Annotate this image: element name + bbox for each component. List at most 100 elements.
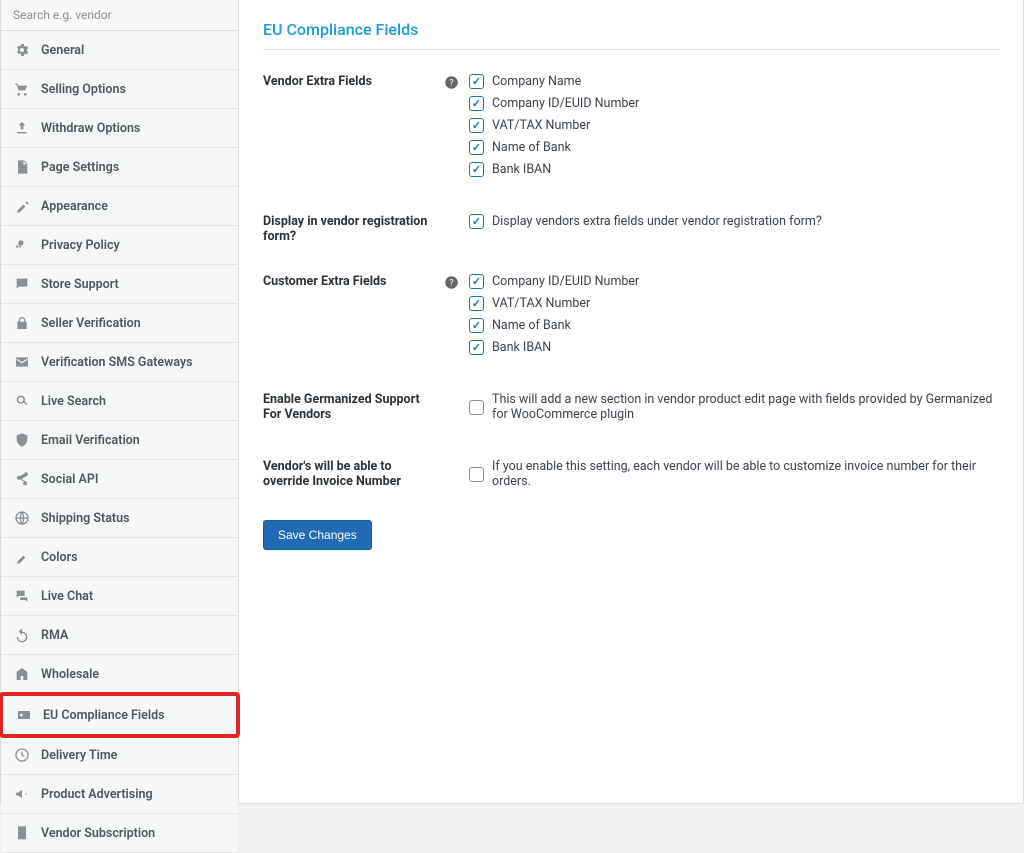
megaphone-icon <box>13 785 31 803</box>
checkbox-cust-bank-iban[interactable]: Bank IBAN <box>469 340 999 355</box>
row-vendor-extra-fields: Vendor Extra Fields ? Company Name Compa… <box>263 68 999 208</box>
sidebar-item-vendor-subscription[interactable]: Vendor Subscription <box>1 814 238 853</box>
checkbox-label: Bank IBAN <box>492 340 551 355</box>
row-display-registration: Display in vendor registration form? Dis… <box>263 208 999 268</box>
svg-text:?: ? <box>449 78 453 88</box>
sidebar-item-page-settings[interactable]: Page Settings <box>1 148 238 187</box>
checkbox-icon <box>469 162 484 177</box>
sidebar-item-label: Vendor Subscription <box>41 826 155 841</box>
checkbox-label: If you enable this setting, each vendor … <box>492 459 999 489</box>
wand-icon <box>13 197 31 215</box>
sidebar-item-shipping-status[interactable]: Shipping Status <box>1 499 238 538</box>
checkbox-icon <box>469 467 484 482</box>
sidebar-item-social-api[interactable]: Social API <box>1 460 238 499</box>
help-icon[interactable]: ? <box>443 74 459 90</box>
sidebar-item-wholesale[interactable]: Wholesale <box>1 655 238 694</box>
sidebar-item-store-support[interactable]: Store Support <box>1 265 238 304</box>
sidebar-item-label: Store Support <box>41 277 119 292</box>
checkbox-cust-bank-name[interactable]: Name of Bank <box>469 318 999 333</box>
sidebar-item-label: Email Verification <box>41 433 140 448</box>
sidebar-item-label: Live Chat <box>41 589 93 604</box>
sidebar-item-delivery-time[interactable]: Delivery Time <box>1 736 238 775</box>
checkbox-icon <box>469 296 484 311</box>
checkbox-bank-iban[interactable]: Bank IBAN <box>469 162 999 177</box>
sidebar-item-label: Product Advertising <box>41 787 153 802</box>
sidebar-item-live-chat[interactable]: Live Chat <box>1 577 238 616</box>
checkbox-label: This will add a new section in vendor pr… <box>492 392 999 422</box>
row-customer-extra-fields: Customer Extra Fields ? Company ID/EUID … <box>263 268 999 386</box>
envelope-icon <box>13 353 31 371</box>
search-input[interactable]: Search e.g. vendor <box>1 0 238 31</box>
comments-icon <box>13 587 31 605</box>
checkbox-icon <box>469 274 484 289</box>
sidebar-item-label: Social API <box>41 472 99 487</box>
sidebar-item-label: Appearance <box>41 199 108 214</box>
sidebar-item-withdraw-options[interactable]: Withdraw Options <box>1 109 238 148</box>
sidebar-item-email-verification[interactable]: Email Verification <box>1 421 238 460</box>
main-content: EU Compliance Fields Vendor Extra Fields… <box>239 0 1023 803</box>
sidebar-item-privacy-policy[interactable]: Privacy Policy <box>1 226 238 265</box>
field-label: Vendor's will be able to override Invoic… <box>263 459 443 496</box>
sidebar-item-colors[interactable]: Colors <box>1 538 238 577</box>
svg-text:?: ? <box>449 278 453 288</box>
checkbox-vat-tax[interactable]: VAT/TAX Number <box>469 118 999 133</box>
checkbox-icon <box>469 318 484 333</box>
upload-icon <box>13 119 31 137</box>
checkbox-germanized[interactable]: This will add a new section in vendor pr… <box>469 392 999 422</box>
shield-icon <box>13 431 31 449</box>
save-button[interactable]: Save Changes <box>263 520 372 550</box>
checkbox-company-name[interactable]: Company Name <box>469 74 999 89</box>
checkbox-label: VAT/TAX Number <box>492 118 590 133</box>
row-germanized-support: Enable Germanized Support For Vendors Th… <box>263 386 999 453</box>
page-title: EU Compliance Fields <box>263 20 999 50</box>
sidebar-item-label: Selling Options <box>41 82 126 97</box>
sidebar-item-label: Verification SMS Gateways <box>41 355 193 370</box>
sidebar-item-seller-verification[interactable]: Seller Verification <box>1 304 238 343</box>
checkbox-icon <box>469 214 484 229</box>
chat-icon <box>13 275 31 293</box>
checkbox-label: Company ID/EUID Number <box>492 274 639 289</box>
checkbox-cust-vat-tax[interactable]: VAT/TAX Number <box>469 296 999 311</box>
sidebar-item-verification-sms[interactable]: Verification SMS Gateways <box>1 343 238 382</box>
checkbox-icon <box>469 400 484 415</box>
checkbox-display-registration[interactable]: Display vendors extra fields under vendo… <box>469 214 999 229</box>
clock-icon <box>13 746 31 764</box>
sidebar-item-rma[interactable]: RMA <box>1 616 238 655</box>
lock-icon <box>13 314 31 332</box>
receipt-icon <box>13 824 31 842</box>
globe-icon <box>13 509 31 527</box>
checkbox-invoice-override[interactable]: If you enable this setting, each vendor … <box>469 459 999 489</box>
checkbox-icon <box>469 340 484 355</box>
sidebar-item-label: Colors <box>41 550 78 565</box>
sidebar-item-general[interactable]: General <box>1 31 238 70</box>
checkbox-bank-name[interactable]: Name of Bank <box>469 140 999 155</box>
sidebar-item-label: Withdraw Options <box>41 121 140 136</box>
sidebar-item-product-advertising[interactable]: Product Advertising <box>1 775 238 814</box>
settings-sidebar: Search e.g. vendor General Selling Optio… <box>1 0 239 803</box>
checkbox-label: Display vendors extra fields under vendo… <box>492 214 822 229</box>
sidebar-item-appearance[interactable]: Appearance <box>1 187 238 226</box>
gear-icon <box>13 41 31 59</box>
key-icon <box>13 236 31 254</box>
field-label: Vendor Extra Fields <box>263 74 443 184</box>
sidebar-item-live-search[interactable]: Live Search <box>1 382 238 421</box>
checkbox-label: Company ID/EUID Number <box>492 96 639 111</box>
sidebar-item-label: Live Search <box>41 394 106 409</box>
cart-icon <box>13 80 31 98</box>
field-label: Display in vendor registration form? <box>263 214 443 244</box>
sidebar-item-selling-options[interactable]: Selling Options <box>1 70 238 109</box>
checkbox-company-id[interactable]: Company ID/EUID Number <box>469 96 999 111</box>
sidebar-item-eu-compliance[interactable]: EU Compliance Fields <box>0 692 240 738</box>
sidebar-item-label: Page Settings <box>41 160 119 175</box>
checkbox-label: Bank IBAN <box>492 162 551 177</box>
checkbox-cust-company-id[interactable]: Company ID/EUID Number <box>469 274 999 289</box>
sidebar-item-label: RMA <box>41 628 68 643</box>
checkbox-label: VAT/TAX Number <box>492 296 590 311</box>
help-icon[interactable]: ? <box>443 274 459 290</box>
sidebar-item-label: Seller Verification <box>41 316 141 331</box>
checkbox-label: Name of Bank <box>492 140 571 155</box>
checkbox-icon <box>469 96 484 111</box>
row-invoice-override: Vendor's will be able to override Invoic… <box>263 453 999 520</box>
checkbox-label: Company Name <box>492 74 581 89</box>
search-icon <box>13 392 31 410</box>
